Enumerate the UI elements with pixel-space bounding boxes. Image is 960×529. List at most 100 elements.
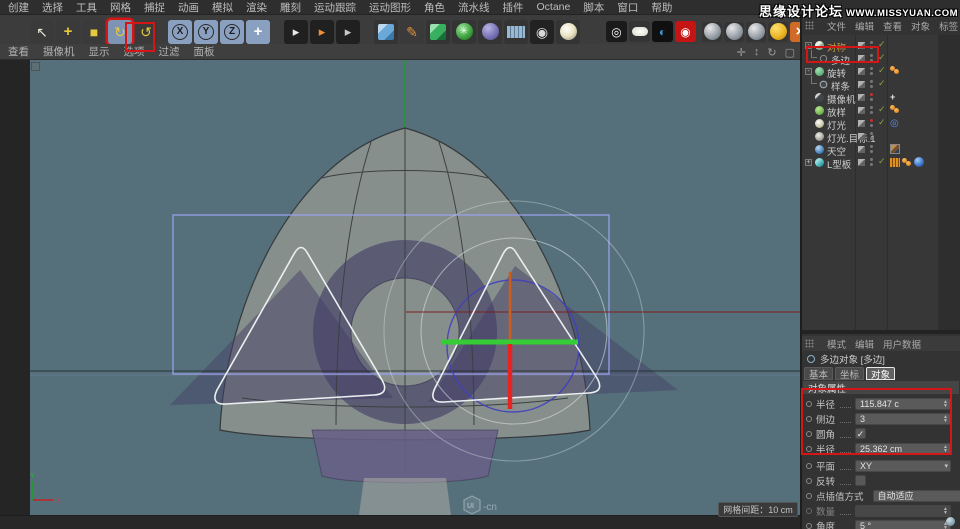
menu-5[interactable]: 捕捉	[144, 0, 165, 15]
layer-toggle[interactable]	[858, 55, 865, 62]
enabled-check-icon[interactable]: ✓	[878, 104, 886, 115]
layer-toggle[interactable]	[858, 94, 865, 101]
render-settings-icon[interactable]: ▸	[336, 19, 360, 44]
keyframe-ring-icon[interactable]	[806, 415, 812, 422]
am-menu-3[interactable]: 用户数据	[883, 337, 921, 351]
viewport[interactable]: Y X UI -cn	[30, 60, 800, 515]
object-row-灯光.目标.1[interactable]: 灯光.目标.1	[802, 130, 960, 145]
live-selection-icon[interactable]: ↖	[30, 19, 54, 44]
layer-toggle[interactable]	[858, 81, 865, 88]
move-tool-icon[interactable]: +	[56, 19, 80, 44]
visibility-dot-bottom[interactable]	[870, 137, 873, 140]
light-target-icon[interactable]: ◎	[890, 118, 899, 129]
menu-17[interactable]: 窗口	[617, 0, 638, 15]
visibility-dots[interactable]	[870, 67, 873, 75]
visibility-dot-top[interactable]	[870, 106, 873, 109]
layer-toggle[interactable]	[858, 133, 865, 140]
menu-1[interactable]: 创建	[8, 0, 29, 15]
visibility-dot-bottom[interactable]	[870, 98, 873, 101]
visibility-dot-top[interactable]	[870, 67, 873, 70]
texture-tag-icon[interactable]	[890, 144, 900, 154]
pen-spline-icon[interactable]: ✎	[400, 19, 424, 44]
反转-checkbox[interactable]	[855, 475, 866, 486]
角度-input[interactable]: 5 °▲▼	[855, 519, 951, 529]
visibility-dot-bottom[interactable]	[870, 163, 873, 166]
layer-toggle[interactable]	[858, 107, 865, 114]
object-row-放样[interactable]: 放样 ✓	[802, 104, 960, 119]
visibility-dots[interactable]	[870, 145, 873, 153]
phong-tag-icon[interactable]	[890, 66, 900, 75]
viewport-menu-6[interactable]: 面板	[194, 44, 215, 59]
layer-toggle[interactable]	[858, 120, 865, 127]
menu-7[interactable]: 模拟	[212, 0, 233, 15]
viewport-menu-2[interactable]: 摄像机	[43, 44, 75, 59]
半径-input[interactable]: 115.847 c ▲ ▼	[855, 397, 951, 410]
object-row-样条[interactable]: 样条 ✓	[802, 76, 960, 93]
圆角-checkbox[interactable]: ✓	[855, 428, 866, 439]
layer-toggle[interactable]	[858, 146, 865, 153]
visibility-dot-top[interactable]	[870, 145, 873, 148]
menu-6[interactable]: 动画	[178, 0, 199, 15]
平面-dropdown[interactable]: XY ▾	[855, 459, 951, 472]
enabled-check-icon[interactable]: ✓	[878, 65, 886, 76]
menu-13[interactable]: 流水线	[458, 0, 490, 15]
visibility-dots[interactable]	[870, 93, 873, 101]
am-menu-1[interactable]: 模式	[827, 337, 846, 351]
phong-tag-icon[interactable]	[902, 157, 912, 167]
stepper-down-icon[interactable]: ▼	[943, 525, 948, 529]
scene-light-icon[interactable]	[556, 19, 580, 44]
menu-9[interactable]: 雕刻	[280, 0, 301, 15]
am-menu-2[interactable]: 编辑	[855, 337, 874, 351]
stepper-down-icon[interactable]: ▼	[943, 403, 948, 408]
visibility-dot-top[interactable]	[870, 54, 873, 57]
visibility-dot-bottom[interactable]	[870, 59, 873, 62]
object-row-天空[interactable]: 天空	[802, 143, 960, 158]
visibility-dot-top[interactable]	[870, 119, 873, 122]
keyframe-ring-icon[interactable]	[806, 445, 812, 452]
om-menu-1[interactable]: 文件	[827, 19, 846, 33]
render-view-icon[interactable]: ▸	[284, 19, 308, 44]
visibility-dot-bottom[interactable]	[870, 124, 873, 127]
material-contrast-icon[interactable]: ◐	[652, 21, 673, 42]
tab-基本[interactable]: 基本	[804, 367, 834, 381]
keyframe-ring-icon[interactable]	[806, 462, 812, 469]
material-sphere-1-icon[interactable]	[702, 21, 722, 42]
keyframe-ring-icon[interactable]	[806, 507, 812, 514]
uv-tag-icon[interactable]	[890, 157, 900, 167]
om-menu-5[interactable]: 标签	[939, 19, 958, 33]
render-camera-icon[interactable]: ◉	[675, 21, 696, 42]
visibility-dot-top[interactable]	[870, 158, 873, 161]
visibility-dot-bottom[interactable]	[870, 150, 873, 153]
menu-2[interactable]: 选择	[42, 0, 63, 15]
lock-x-axis-icon[interactable]: X	[168, 19, 192, 44]
visibility-dots[interactable]	[870, 119, 873, 127]
material-white-icon[interactable]	[629, 21, 650, 42]
om-menu-2[interactable]: 编辑	[855, 19, 874, 33]
stepper-down-icon[interactable]: ▼	[943, 510, 948, 515]
keyframe-ring-icon[interactable]	[806, 430, 812, 437]
value-stepper[interactable]: ▲▼	[943, 399, 948, 408]
floor-environment-icon[interactable]	[504, 19, 528, 44]
menu-10[interactable]: 运动跟踪	[314, 0, 356, 15]
viewport-menu-3[interactable]: 显示	[89, 44, 110, 59]
menu-3[interactable]: 工具	[76, 0, 97, 15]
add-primitive-cube-icon[interactable]	[374, 19, 398, 44]
keyframe-ring-icon[interactable]	[806, 522, 812, 529]
value-stepper[interactable]: ▲▼	[943, 444, 948, 453]
tab-坐标[interactable]: 坐标	[835, 367, 865, 381]
viewport-menu-4[interactable]: 选项	[124, 44, 145, 59]
侧边-input[interactable]: 3 ▲ ▼	[855, 412, 951, 425]
keyframe-ring-icon[interactable]	[806, 400, 812, 407]
object-row-L型板[interactable]: + L型板 ✓	[802, 156, 960, 171]
rotate-tool-icon[interactable]: ↻	[108, 19, 132, 44]
object-row-摄像机[interactable]: 摄像机 +	[802, 91, 960, 106]
om-menu-3[interactable]: 查看	[883, 19, 902, 33]
expand-icon[interactable]: +	[805, 159, 812, 166]
visibility-dot-top[interactable]	[870, 132, 873, 135]
value-stepper[interactable]: ▲▼	[943, 506, 948, 515]
menu-12[interactable]: 角色	[424, 0, 445, 15]
layer-toggle[interactable]	[858, 68, 865, 75]
enabled-check-icon[interactable]: ✓	[878, 117, 886, 128]
object-row-旋转[interactable]: - 旋转 ✓	[802, 65, 960, 80]
material-sphere-3-icon[interactable]	[746, 21, 766, 42]
